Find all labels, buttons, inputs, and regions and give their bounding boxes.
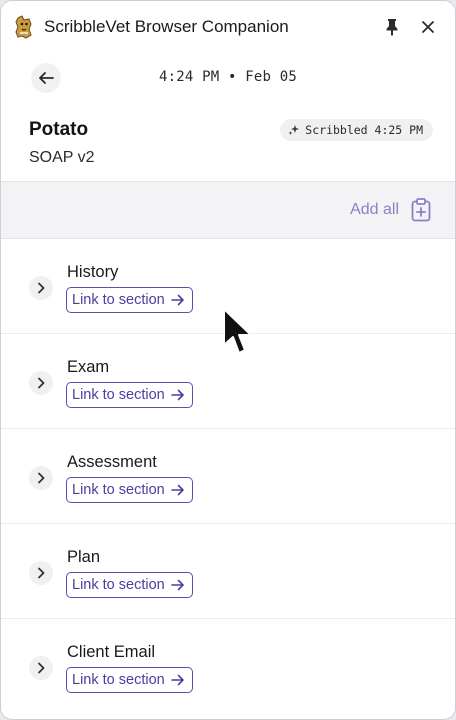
arrow-left-icon: [39, 72, 54, 84]
nav-row: 4:24 PM • Feb 05: [1, 53, 455, 101]
chevron-right-icon: [38, 662, 45, 674]
expand-plan-button[interactable]: [29, 561, 53, 585]
link-to-section-button[interactable]: Link to section: [66, 667, 193, 693]
section-title: Client Email: [67, 643, 156, 661]
arrow-right-icon: [170, 484, 184, 496]
patient-header: Potato SOAP v2 Scribbled 4:25 PM: [29, 119, 433, 167]
sparkle-icon: [288, 124, 300, 136]
pin-button[interactable]: [379, 14, 405, 40]
pin-icon: [386, 19, 398, 36]
link-to-section-label: Link to section: [72, 292, 165, 308]
link-to-section-button[interactable]: Link to section: [66, 477, 193, 503]
arrow-right-icon: [170, 579, 184, 591]
chevron-right-icon: [38, 472, 45, 484]
expand-client-email-button[interactable]: [29, 656, 53, 680]
encounter-date: Feb 05: [245, 69, 298, 85]
link-to-section-button[interactable]: Link to section: [66, 287, 193, 313]
link-to-section-label: Link to section: [72, 672, 165, 688]
scribbled-badge: Scribbled 4:25 PM: [280, 119, 433, 141]
template-name: SOAP v2: [29, 149, 95, 166]
encounter-time: 4:24 PM: [158, 69, 220, 85]
scribbled-badge-text: Scribbled 4:25 PM: [305, 123, 423, 137]
expand-history-button[interactable]: [29, 276, 53, 300]
clipboard-plus-icon: [411, 198, 431, 222]
arrow-right-icon: [170, 674, 184, 686]
chevron-right-icon: [38, 567, 45, 579]
companion-window: ScribbleVet Browser Companion 4:24 PM • …: [0, 0, 456, 720]
add-all-bar: Add all: [1, 181, 455, 239]
add-all-button[interactable]: Add all: [350, 198, 431, 222]
section-title: Assessment: [67, 453, 157, 471]
window-title: ScribbleVet Browser Companion: [44, 17, 289, 36]
timestamp-separator: •: [227, 69, 237, 85]
link-to-section-button[interactable]: Link to section: [66, 572, 193, 598]
expand-assessment-button[interactable]: [29, 466, 53, 490]
add-all-label: Add all: [350, 201, 399, 218]
chevron-right-icon: [38, 377, 45, 389]
close-button[interactable]: [415, 14, 441, 40]
section-row-plan: Plan Link to section: [1, 524, 455, 619]
close-icon: [422, 21, 434, 33]
arrow-right-icon: [170, 294, 184, 306]
title-bar: ScribbleVet Browser Companion: [1, 1, 455, 53]
chevron-right-icon: [38, 282, 45, 294]
link-to-section-label: Link to section: [72, 387, 165, 403]
link-to-section-button[interactable]: Link to section: [66, 382, 193, 408]
section-title: History: [67, 263, 119, 281]
expand-exam-button[interactable]: [29, 371, 53, 395]
arrow-right-icon: [170, 389, 184, 401]
dog-logo-icon: [13, 15, 35, 39]
section-row-assessment: Assessment Link to section: [1, 429, 455, 524]
section-title: Exam: [67, 358, 110, 376]
link-to-section-label: Link to section: [72, 482, 165, 498]
section-row-client-email: Client Email Link to section: [1, 619, 455, 714]
section-title: Plan: [67, 548, 101, 566]
mouse-pointer-icon: [223, 308, 252, 354]
encounter-timestamp: 4:24 PM • Feb 05: [159, 69, 297, 85]
back-button[interactable]: [31, 63, 61, 93]
link-to-section-label: Link to section: [72, 577, 165, 593]
